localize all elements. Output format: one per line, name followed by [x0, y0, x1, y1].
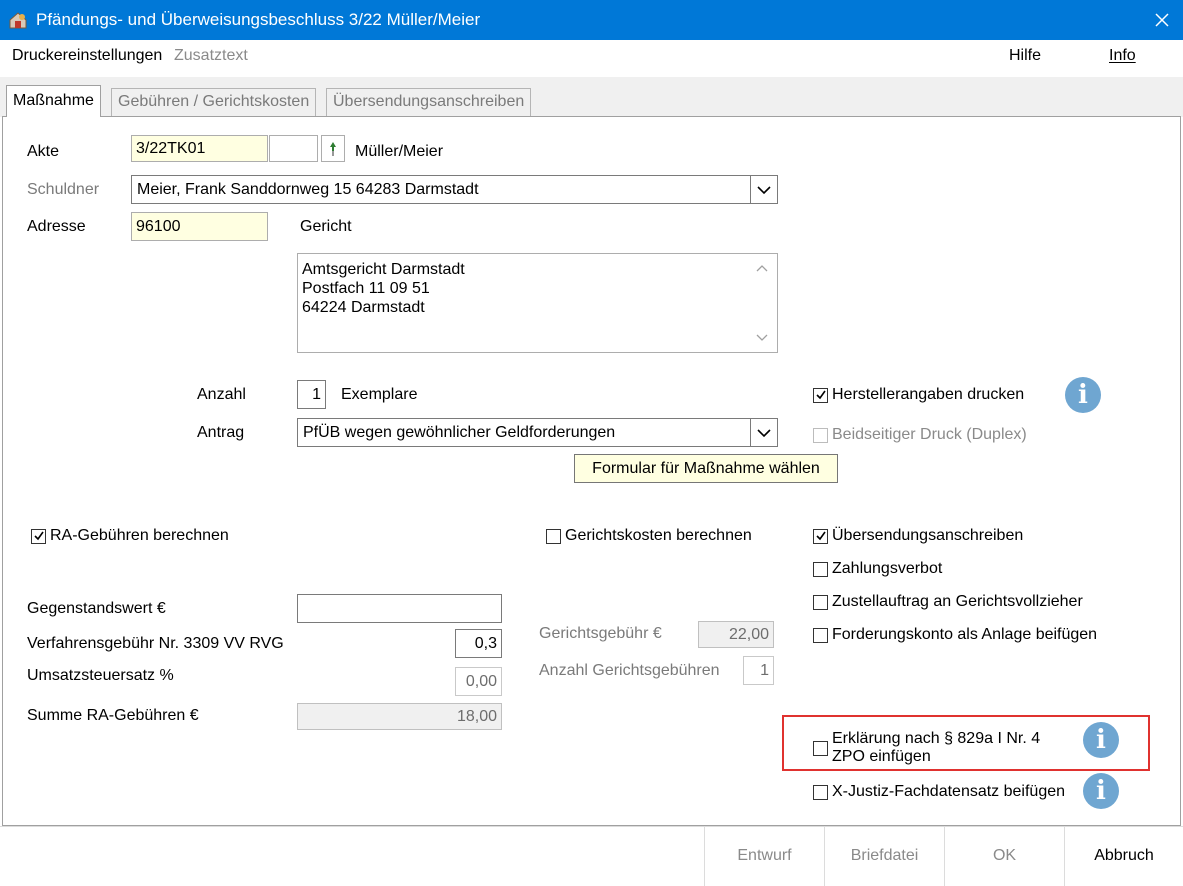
antrag-dropdown-button[interactable]: [750, 419, 777, 446]
verfahrensgebuehr-label: Verfahrensgebühr Nr. 3309 VV RVG: [27, 635, 284, 652]
checkbox-box: [813, 594, 828, 610]
gerichtsgebuehr-label: Gerichtsgebühr €: [539, 625, 662, 642]
anzahl-label: Anzahl: [197, 386, 246, 403]
menu-zusatztext[interactable]: Zusatztext: [174, 47, 248, 65]
summe-field: 18,00: [297, 703, 502, 730]
check-icon: [33, 531, 44, 541]
check-icon: [815, 531, 826, 541]
checkbox-box: [813, 427, 828, 443]
entwurf-button[interactable]: Entwurf: [704, 826, 824, 886]
zahlungsverbot-label: Zahlungsverbot: [832, 560, 943, 577]
erklaerung-checkbox[interactable]: Erklärung nach § 829a I Nr. 4 ZPO einfüg…: [813, 730, 1040, 766]
check-icon: [815, 390, 826, 400]
gericht-line-2: Postfach 11 09 51: [302, 280, 430, 297]
gericht-address-lines: Amtsgericht Darmstadt Postfach 11 09 51 …: [302, 260, 465, 317]
akte-input[interactable]: 3/22TK01: [131, 135, 268, 162]
checkbox-box: [813, 561, 828, 577]
gericht-address-textarea[interactable]: Amtsgericht Darmstadt Postfach 11 09 51 …: [297, 253, 778, 353]
checkbox-box: [813, 528, 828, 544]
uebersendung-checkbox[interactable]: Übersendungsanschreiben: [813, 527, 1023, 545]
xjustiz-label: X-Justiz-Fachdatensatz beifügen: [832, 783, 1066, 800]
tooltip: Formular für Maßnahme wählen: [574, 454, 838, 483]
chevron-up-icon: [756, 265, 768, 272]
ok-button[interactable]: OK: [944, 826, 1064, 886]
forderungskonto-label: Forderungskonto als Anlage beifügen: [832, 626, 1098, 643]
chevron-down-icon: [757, 185, 771, 194]
forderungskonto-checkbox[interactable]: Forderungskonto als Anlage beifügen: [813, 626, 1097, 644]
exemplare-label: Exemplare: [341, 386, 418, 403]
pin-icon: [330, 141, 336, 156]
ust-input[interactable]: 0,00: [455, 667, 502, 696]
chevron-down-icon: [756, 334, 768, 341]
checkbox-box: [813, 627, 828, 643]
app-icon: [8, 10, 28, 30]
ra-gebuehren-checkbox[interactable]: RA-Gebühren berechnen: [31, 527, 229, 545]
gerichtsgebuehr-field: 22,00: [698, 621, 774, 648]
schuldner-value: Meier, Frank Sanddornweg 15 64283 Darmst…: [137, 180, 479, 198]
adresse-label: Adresse: [27, 218, 86, 235]
duplex-label: Beidseitiger Druck (Duplex): [832, 426, 1027, 443]
tab-uebersendungsanschreiben[interactable]: Übersendungsanschreiben: [326, 88, 532, 116]
akte-lookup-button[interactable]: [321, 135, 345, 162]
summe-label: Summe RA-Gebühren €: [27, 707, 199, 724]
menu-hilfe[interactable]: Hilfe: [1009, 47, 1041, 65]
antrag-value: PfÜB wegen gewöhnlicher Geldforderungen: [303, 423, 616, 441]
abbruch-button[interactable]: Abbruch: [1064, 826, 1183, 886]
anzahl-input[interactable]: 1: [297, 380, 326, 409]
gericht-line-3: 64224 Darmstadt: [302, 299, 425, 316]
close-icon: [1154, 13, 1169, 27]
ra-gebuehren-label: RA-Gebühren berechnen: [50, 527, 229, 544]
erklaerung-label-line-2: ZPO einfügen: [832, 748, 931, 765]
xjustiz-checkbox[interactable]: X-Justiz-Fachdatensatz beifügen: [813, 783, 1065, 801]
erklaerung-label-line-1: Erklärung nach § 829a I Nr. 4: [832, 730, 1041, 747]
akte-name: Müller/Meier: [355, 143, 444, 160]
gerichtskosten-checkbox[interactable]: Gerichtskosten berechnen: [546, 527, 752, 545]
zustellauftrag-checkbox[interactable]: Zustellauftrag an Gerichtsvollzieher: [813, 593, 1083, 611]
akte-label: Akte: [27, 143, 60, 160]
erklaerung-label: Erklärung nach § 829a I Nr. 4 ZPO einfüg…: [832, 730, 1040, 766]
zahlungsverbot-checkbox[interactable]: Zahlungsverbot: [813, 560, 942, 578]
schuldner-dropdown-button[interactable]: [750, 176, 777, 203]
window-title: Pfändungs- und Überweisungsbeschluss 3/2…: [36, 10, 481, 29]
checkbox-box: [813, 387, 828, 403]
checkbox-box: [546, 528, 561, 544]
ust-label: Umsatzsteuersatz %: [27, 667, 174, 684]
checkbox-box: [31, 528, 46, 544]
info-icon[interactable]: i: [1065, 377, 1101, 413]
verfahrensgebuehr-input[interactable]: 0,3: [455, 629, 502, 658]
anzahl-gg-label: Anzahl Gerichtsgebühren: [539, 662, 720, 679]
gegenstandswert-input[interactable]: [297, 594, 502, 623]
gericht-line-1: Amtsgericht Darmstadt: [302, 261, 465, 278]
scroll-up-button[interactable]: [753, 259, 771, 277]
schuldner-select[interactable]: Meier, Frank Sanddornweg 15 64283 Darmst…: [131, 175, 778, 204]
briefdatei-button[interactable]: Briefdatei: [824, 826, 944, 886]
gerichtskosten-label: Gerichtskosten berechnen: [565, 527, 752, 544]
close-button[interactable]: [1140, 0, 1183, 40]
menu-info[interactable]: Info: [1109, 47, 1136, 65]
chevron-down-icon: [757, 428, 771, 437]
adresse-input[interactable]: 96100: [131, 212, 268, 241]
checkbox-box: [813, 784, 828, 800]
info-icon[interactable]: i: [1083, 722, 1119, 758]
schuldner-label: Schuldner: [27, 181, 100, 198]
scroll-down-button[interactable]: [753, 329, 771, 347]
duplex-checkbox[interactable]: Beidseitiger Druck (Duplex): [813, 426, 1027, 444]
info-icon[interactable]: i: [1083, 773, 1119, 809]
zustellauftrag-label: Zustellauftrag an Gerichtsvollzieher: [832, 593, 1083, 610]
uebersendung-label: Übersendungsanschreiben: [832, 527, 1024, 544]
antrag-label: Antrag: [197, 424, 245, 441]
tab-massnahme[interactable]: Maßnahme: [6, 85, 101, 117]
title-bar: Pfändungs- und Überweisungsbeschluss 3/2…: [0, 0, 1183, 40]
gericht-label: Gericht: [300, 218, 352, 235]
akte-extra-input[interactable]: [269, 135, 318, 162]
gegenstandswert-label: Gegenstandswert €: [27, 600, 166, 617]
tab-gebuehren-gerichtskosten[interactable]: Gebühren / Gerichtskosten: [111, 88, 317, 116]
checkbox-box: [813, 740, 828, 756]
antrag-select[interactable]: PfÜB wegen gewöhnlicher Geldforderungen: [297, 418, 778, 447]
herstellerangaben-label: Herstellerangaben drucken: [832, 386, 1025, 403]
anzahl-gg-input[interactable]: 1: [743, 656, 774, 685]
herstellerangaben-checkbox[interactable]: Herstellerangaben drucken: [813, 386, 1024, 404]
menu-druckereinstellungen[interactable]: Druckereinstellungen: [12, 47, 162, 65]
